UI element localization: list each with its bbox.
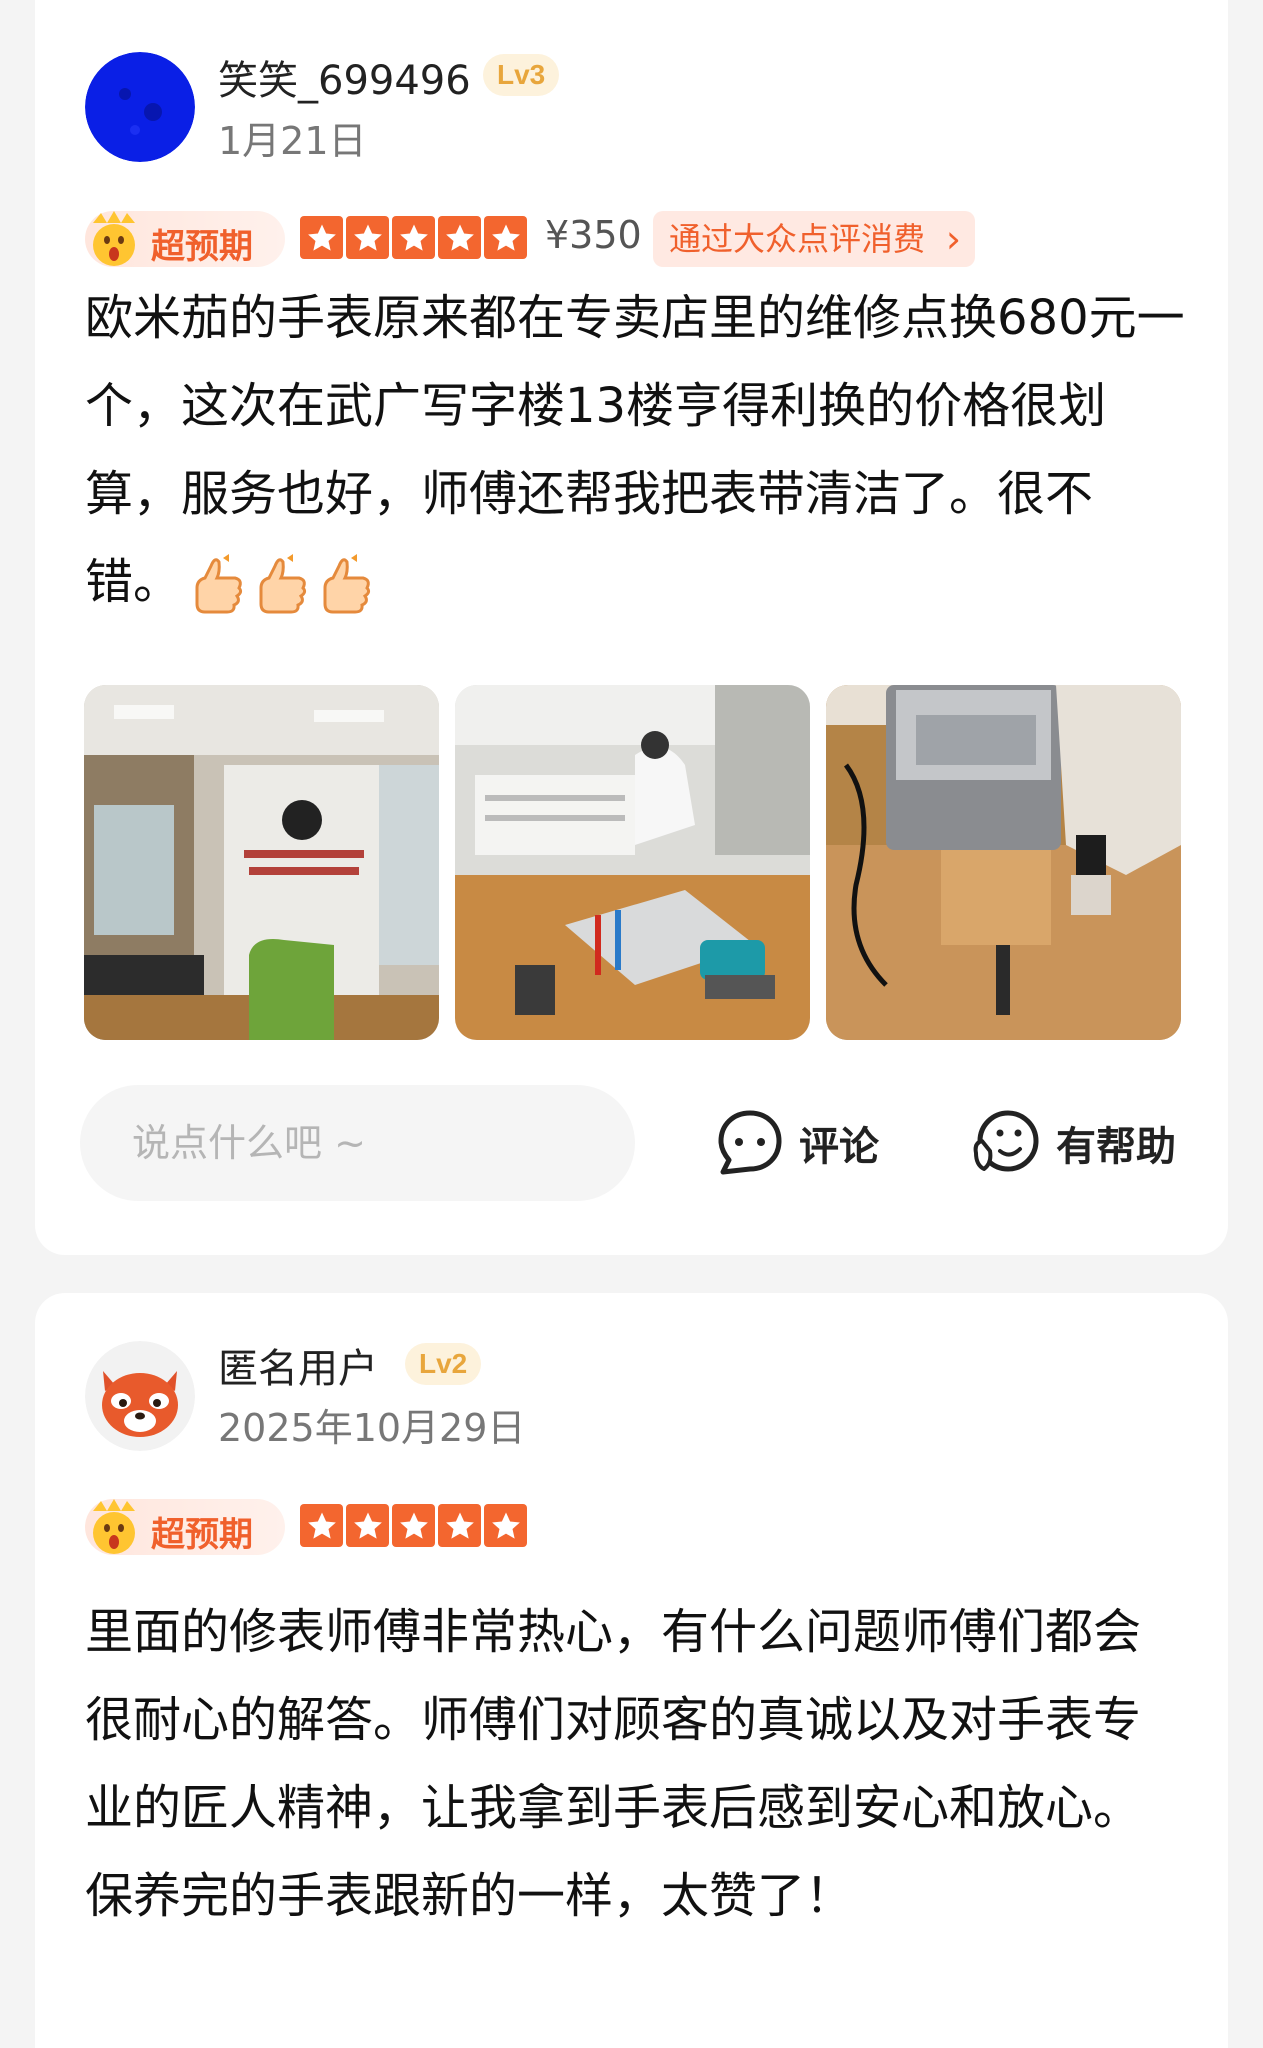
star-icon xyxy=(392,1504,435,1547)
price-per-person: ¥350 xyxy=(545,213,642,257)
review-content: 里面的修表师傅非常热心，有什么问题师傅们都会很耐心的解答。师傅们对顾客的真诚以及… xyxy=(85,1588,1185,1940)
review-photo-3[interactable] xyxy=(826,685,1181,1040)
star-icon xyxy=(484,1504,527,1547)
tag-label: 超预期 xyxy=(151,1515,253,1555)
tag-label: 超预期 xyxy=(151,227,253,267)
exceeds-expectation-tag: 超预期 xyxy=(85,1499,285,1555)
review-card: 笑笑_699496 Lv3 1月21日 超预期 ¥350 通过大众点评消费 › … xyxy=(35,0,1228,1255)
exceeds-expectation-tag: 超预期 xyxy=(85,211,285,267)
thumbs-up-icon xyxy=(323,554,371,614)
thumbs-up-icon xyxy=(195,554,243,614)
star-icon xyxy=(392,216,435,259)
review-content: 欧米茄的手表原来都在专卖店里的维修点换680元一个，这次在武广写字楼13楼亨得利… xyxy=(85,274,1185,626)
star-icon xyxy=(300,216,343,259)
review-photo-2[interactable] xyxy=(455,685,810,1040)
username[interactable]: 匿名用户 xyxy=(218,1336,378,1394)
comment-button[interactable]: 评论 xyxy=(715,1105,879,1181)
comment-input[interactable]: 说点什么吧 ~ xyxy=(80,1085,635,1201)
chevron-right-icon: › xyxy=(945,217,962,261)
thumbs-up-icon xyxy=(259,554,307,614)
review-text: 里面的修表师傅非常热心，有什么问题师傅们都会很耐心的解答。师傅们对顾客的真诚以及… xyxy=(85,1604,1142,1924)
thumbs-up-emojis xyxy=(189,554,375,616)
user-avatar[interactable] xyxy=(85,52,195,162)
helpful-button[interactable]: 有帮助 xyxy=(970,1105,1176,1181)
star-icon xyxy=(346,216,389,259)
star-icon xyxy=(300,1504,343,1547)
surprised-crown-icon xyxy=(93,1499,135,1554)
star-icon xyxy=(484,216,527,259)
star-rating xyxy=(300,216,527,262)
review-card: 匿名用户 Lv2 2025年10月29日 超预期 里面的修表师傅非常热心，有什么… xyxy=(35,1293,1228,2048)
comment-label: 评论 xyxy=(799,1124,879,1170)
star-icon xyxy=(438,216,481,259)
review-photo-1[interactable] xyxy=(84,685,439,1040)
surprised-crown-icon xyxy=(93,211,135,266)
star-icon xyxy=(346,1504,389,1547)
helpful-label: 有帮助 xyxy=(1056,1124,1176,1170)
user-level-badge: Lv2 xyxy=(405,1343,482,1385)
star-rating xyxy=(300,1504,527,1550)
source-label: 通过大众点评消费 xyxy=(669,220,926,258)
review-date: 1月21日 xyxy=(218,119,367,163)
comment-icon xyxy=(718,1110,782,1175)
star-icon xyxy=(438,1504,481,1547)
user-level-badge: Lv3 xyxy=(483,54,560,96)
helpful-smile-icon xyxy=(973,1110,1039,1172)
user-avatar[interactable] xyxy=(85,1341,195,1451)
username[interactable]: 笑笑_699496 xyxy=(218,48,471,106)
review-date: 2025年10月29日 xyxy=(218,1406,526,1450)
source-badge-link[interactable]: 通过大众点评消费 › xyxy=(653,211,976,267)
